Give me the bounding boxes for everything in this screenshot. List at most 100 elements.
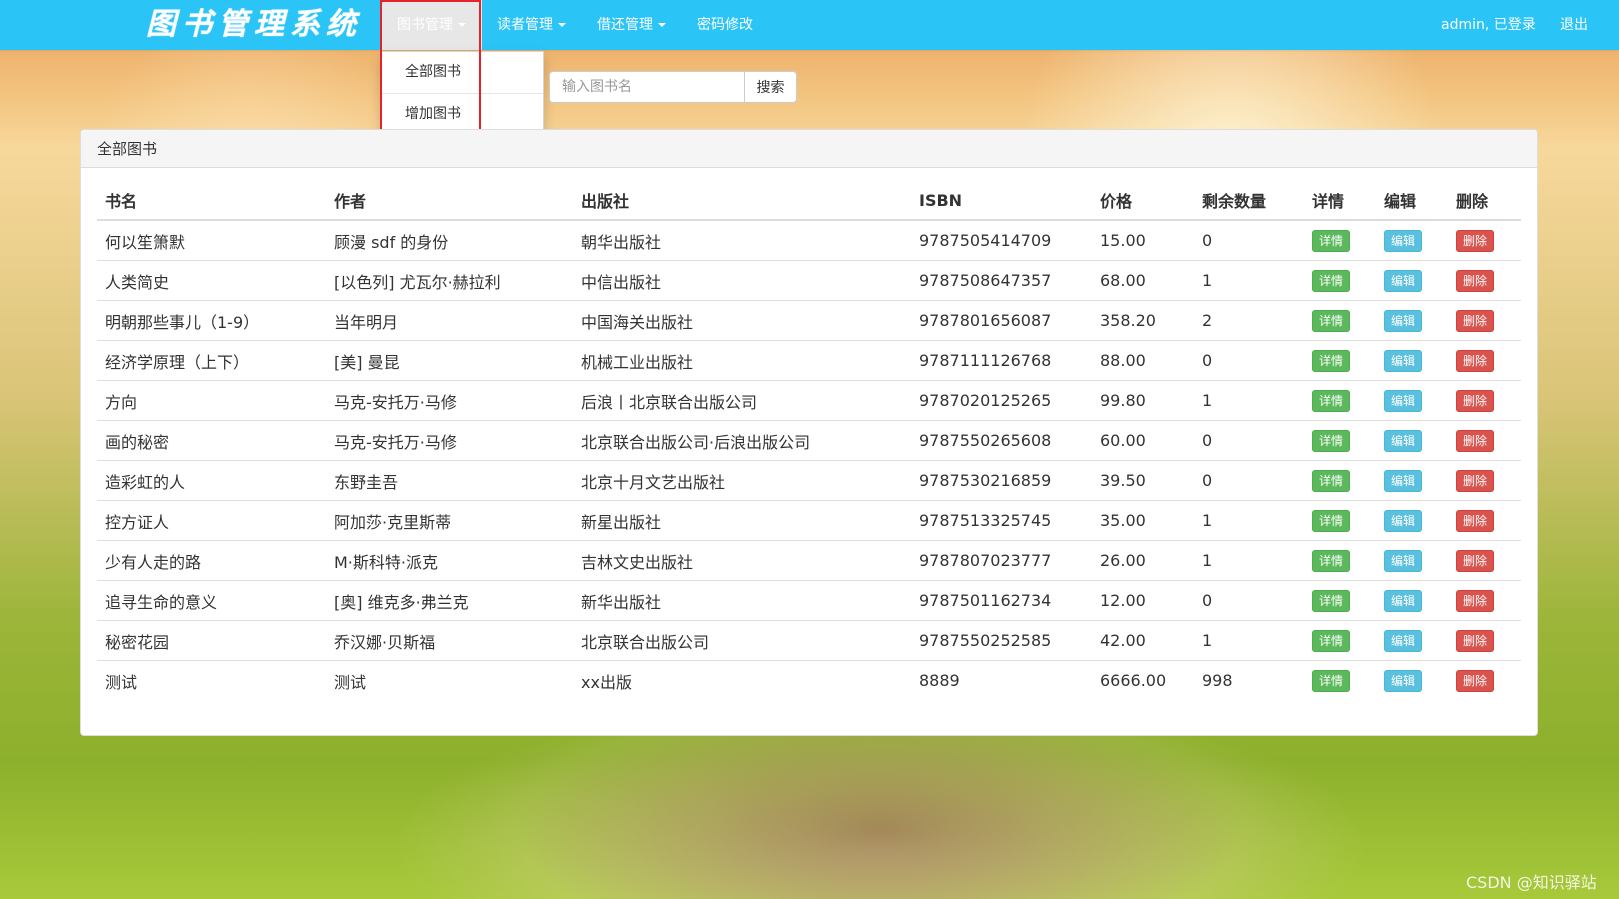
delete-button[interactable]: 删除 <box>1456 309 1495 332</box>
edit-button[interactable]: 编辑 <box>1384 349 1423 372</box>
column-header: 书名 <box>97 181 326 221</box>
detail-button[interactable]: 详情 <box>1312 469 1351 492</box>
action-cell: 编辑 <box>1376 220 1448 261</box>
author-cell: 顾漫 sdf 的身份 <box>334 232 449 252</box>
book-title-cell: 追寻生命的意义 <box>97 580 326 621</box>
isbn-cell: 9787530216859 <box>911 460 1092 501</box>
price-cell: 12.00 <box>1092 580 1194 621</box>
delete-button[interactable]: 删除 <box>1456 509 1495 532</box>
edit-button[interactable]: 编辑 <box>1384 629 1423 652</box>
stock-cell: 0 <box>1194 460 1304 501</box>
publisher-cell: 后浪丨北京联合出版公司 <box>573 380 911 421</box>
delete-button[interactable]: 删除 <box>1456 549 1495 572</box>
action-cell: 编辑 <box>1376 260 1448 301</box>
edit-button[interactable]: 编辑 <box>1384 669 1423 692</box>
detail-button[interactable]: 详情 <box>1312 269 1351 292</box>
isbn-cell: 8889 <box>911 660 1092 700</box>
action-cell: 详情 <box>1304 660 1376 700</box>
publisher-cell: 新星出版社 <box>573 500 911 541</box>
price-cell: 358.20 <box>1092 300 1194 341</box>
nav-password-change[interactable]: 密码修改 <box>697 0 753 50</box>
delete-button[interactable]: 删除 <box>1456 269 1495 292</box>
delete-button[interactable]: 删除 <box>1456 349 1495 372</box>
column-header: 作者 <box>326 181 573 221</box>
table-row: 秘密花园 乔汉娜·贝斯福 北京联合出版公司 9787550252585 42.00 1 详情… <box>97 620 1521 661</box>
edit-button[interactable]: 编辑 <box>1384 589 1423 612</box>
isbn-cell: 9787550252585 <box>911 620 1092 661</box>
action-cell: 详情 <box>1304 580 1376 621</box>
price-cell: 6666.00 <box>1092 660 1194 700</box>
top-navbar: 图书管理系统 图书管理 读者管理 借还管理 密码修改 admin, 已登录 退出 <box>0 0 1619 50</box>
detail-button[interactable]: 详情 <box>1312 549 1351 572</box>
edit-button[interactable]: 编辑 <box>1384 509 1423 532</box>
detail-button[interactable]: 详情 <box>1312 429 1351 452</box>
author-cell: 马克-安托万·马修 <box>326 380 573 421</box>
chevron-down-icon <box>558 23 566 27</box>
action-cell: 删除 <box>1448 220 1521 261</box>
action-cell: 编辑 <box>1376 380 1448 421</box>
action-cell: 详情 <box>1304 500 1376 541</box>
stock-cell: 2 <box>1194 300 1304 341</box>
delete-button[interactable]: 删除 <box>1456 389 1495 412</box>
detail-button[interactable]: 详情 <box>1312 509 1351 532</box>
edit-button[interactable]: 编辑 <box>1384 309 1423 332</box>
detail-button[interactable]: 详情 <box>1312 669 1351 692</box>
table-row: 何以笙箫默 顾漫 sdf 的身份 朝华出版社 9787505414709 15.00 0 详… <box>97 220 1521 261</box>
delete-button[interactable]: 删除 <box>1456 429 1495 452</box>
edit-button[interactable]: 编辑 <box>1384 429 1423 452</box>
nav-book-management[interactable]: 图书管理 <box>381 0 482 50</box>
edit-button[interactable]: 编辑 <box>1384 229 1423 252</box>
table-row: 控方证人 阿加莎·克里斯蒂 新星出版社 9787513325745 35.00 1 详情 编辑… <box>97 500 1521 541</box>
delete-button[interactable]: 删除 <box>1456 229 1495 252</box>
action-cell: 编辑 <box>1376 660 1448 700</box>
delete-button[interactable]: 删除 <box>1456 629 1495 652</box>
publisher-cell: 北京联合出版公司·后浪出版公司 <box>573 420 911 461</box>
books-table: 书名 作者 出版社 ISBN 价格 剩余数量 详情 编辑 删除 何以笙箫默 顾漫 sdf 的身份朝… <box>97 181 1521 700</box>
search-input[interactable] <box>549 71 745 103</box>
dropdown-item-add-book[interactable]: 增加图书 <box>382 94 543 134</box>
action-cell: 编辑 <box>1376 500 1448 541</box>
dropdown-item-all-books[interactable]: 全部图书 <box>382 52 543 92</box>
delete-button[interactable]: 删除 <box>1456 469 1495 492</box>
action-cell: 详情 <box>1304 260 1376 301</box>
delete-button[interactable]: 删除 <box>1456 589 1495 612</box>
detail-button[interactable]: 详情 <box>1312 229 1351 252</box>
author-cell: 东野圭吾 <box>326 460 573 501</box>
nav-borrow-management[interactable]: 借还管理 <box>597 0 666 50</box>
book-title-cell: 何以笙箫默 <box>105 232 186 252</box>
column-header: 编辑 <box>1376 181 1448 221</box>
edit-button[interactable]: 编辑 <box>1384 549 1423 572</box>
detail-button[interactable]: 详情 <box>1312 309 1351 332</box>
edit-button[interactable]: 编辑 <box>1384 389 1423 412</box>
detail-button[interactable]: 详情 <box>1312 349 1351 372</box>
action-cell: 详情 <box>1304 420 1376 461</box>
nav-reader-management[interactable]: 读者管理 <box>497 0 566 50</box>
detail-button[interactable]: 详情 <box>1312 389 1351 412</box>
action-cell: 删除 <box>1448 300 1521 341</box>
action-cell: 详情 <box>1304 220 1376 261</box>
column-header: 删除 <box>1448 181 1521 221</box>
logout-link[interactable]: 退出 <box>1560 0 1588 50</box>
nav-borrow-management-label: 借还管理 <box>597 17 653 33</box>
delete-button[interactable]: 删除 <box>1456 669 1495 692</box>
edit-button[interactable]: 编辑 <box>1384 469 1423 492</box>
action-cell: 编辑 <box>1376 460 1448 501</box>
action-cell: 删除 <box>1448 540 1521 581</box>
author-cell: [以色列] 尤瓦尔·赫拉利 <box>326 260 573 301</box>
action-cell: 删除 <box>1448 460 1521 501</box>
table-row: 少有人走的路 M·斯科特·派克 吉林文史出版社 9787807023777 26.00 1… <box>97 540 1521 581</box>
table-row: 造彩虹的人 东野圭吾 北京十月文艺出版社 9787530216859 39.50 0 详情 编… <box>97 460 1521 501</box>
author-cell: 阿加莎·克里斯蒂 <box>326 500 573 541</box>
price-cell: 15.00 <box>1100 231 1146 250</box>
search-button[interactable]: 搜索 <box>744 71 797 103</box>
edit-button[interactable]: 编辑 <box>1384 269 1423 292</box>
stock-cell: 1 <box>1194 540 1304 581</box>
detail-button[interactable]: 详情 <box>1312 629 1351 652</box>
nav-reader-management-label: 读者管理 <box>497 17 553 33</box>
publisher-cell: 中国海关出版社 <box>573 300 911 341</box>
detail-button[interactable]: 详情 <box>1312 589 1351 612</box>
nav-book-management-label: 图书管理 <box>397 17 453 33</box>
dropdown-item-label: 增加图书 <box>405 106 461 122</box>
isbn-cell: 9787020125265 <box>911 380 1092 421</box>
publisher-cell: 北京联合出版公司 <box>573 620 911 661</box>
